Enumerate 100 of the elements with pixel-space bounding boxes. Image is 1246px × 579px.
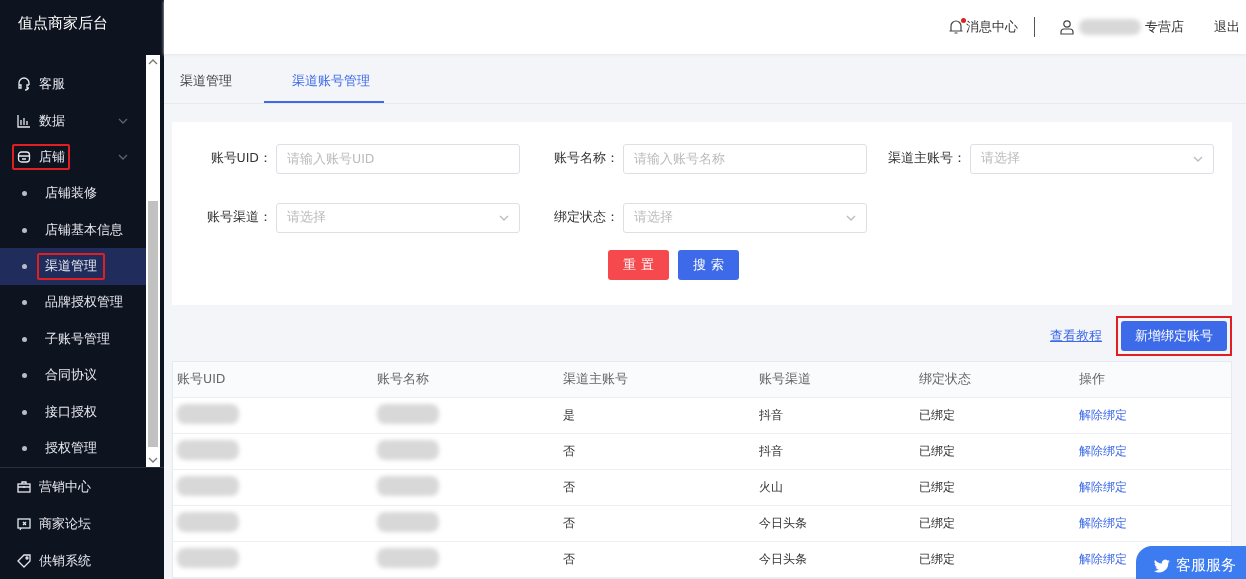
- user-icon: [1059, 19, 1075, 36]
- tab[interactable]: 渠道管理: [180, 60, 248, 103]
- menu-label: 数据: [39, 111, 65, 130]
- text-input[interactable]: 请输入账号名称: [623, 143, 867, 174]
- table-cell-text: 否: [562, 551, 576, 568]
- table-cell-text: 火山: [758, 479, 784, 496]
- bullet-icon: [22, 373, 27, 379]
- tag-icon: [17, 553, 31, 568]
- bullet-icon: [22, 300, 27, 306]
- submenu-item[interactable]: 品牌授权管理: [0, 284, 146, 322]
- submenu-item[interactable]: 渠道管理: [0, 248, 146, 285]
- table-cell-text: 否: [562, 479, 576, 496]
- tutorial-link[interactable]: 查看教程: [1050, 327, 1102, 345]
- bullet-icon: [22, 264, 27, 269]
- menu-label: 客服: [39, 75, 65, 94]
- bullet-icon: [22, 446, 27, 452]
- unbind-link[interactable]: 解除绑定: [1079, 516, 1127, 530]
- field-label: 绑定状态：: [553, 209, 619, 227]
- bullet-icon: [22, 191, 27, 197]
- table-cell-text: 否: [562, 443, 576, 460]
- app-title: 值点商家后台: [17, 13, 109, 34]
- column-header: 账号渠道: [755, 362, 915, 397]
- bird-icon: [1154, 558, 1170, 573]
- menu-label: 店铺基本信息: [44, 220, 124, 239]
- submenu-item[interactable]: 接口授权: [0, 394, 146, 431]
- search-button[interactable]: 搜 索: [678, 249, 739, 280]
- redacted-text: [377, 548, 439, 568]
- table-cell-text: 抖音: [758, 407, 784, 424]
- shop-name: 专营店: [1145, 18, 1184, 36]
- table-cell-text: 已绑定: [918, 443, 956, 460]
- logout-link[interactable]: 退出: [1214, 18, 1240, 36]
- field-label: 账号渠道：: [206, 209, 272, 227]
- column-header: 账号名称: [373, 362, 559, 397]
- sidebar-item[interactable]: 客服: [0, 66, 146, 103]
- support-button[interactable]: 客服服务: [1136, 546, 1246, 579]
- submenu-item[interactable]: 店铺基本信息: [0, 211, 146, 249]
- redacted-text: [377, 404, 439, 424]
- redacted-text: [177, 548, 239, 568]
- bell-icon: [948, 19, 964, 36]
- menu-label: 营销中心: [39, 477, 91, 496]
- sidebar-item[interactable]: 店铺: [0, 138, 146, 176]
- table-cell-text: 已绑定: [918, 551, 956, 568]
- reset-button[interactable]: 重 置: [608, 249, 669, 280]
- bullet-icon: [22, 336, 27, 342]
- table-cell-text: 今日头条: [758, 515, 808, 532]
- table-cell-text: 今日头条: [758, 551, 808, 568]
- redacted-text: [177, 476, 239, 496]
- menu-label: 授权管理: [44, 439, 98, 458]
- sidebar-item[interactable]: 商家论坛: [0, 505, 164, 542]
- unbind-link[interactable]: 解除绑定: [1079, 444, 1127, 458]
- redacted-text: [377, 440, 439, 460]
- table-cell-text: 已绑定: [918, 479, 956, 496]
- redacted-text: [377, 512, 439, 532]
- unbind-link[interactable]: 解除绑定: [1079, 480, 1127, 494]
- chat-window-icon: [17, 516, 31, 531]
- caret-icon: [499, 214, 509, 221]
- submenu-item[interactable]: 子账号管理: [0, 321, 146, 358]
- bullet-icon: [22, 409, 27, 415]
- menu-label: 品牌授权管理: [44, 293, 124, 312]
- notifications-link[interactable]: 消息中心: [966, 18, 1018, 36]
- text-input[interactable]: 请输入账号UID: [276, 143, 520, 174]
- briefcase-icon: [17, 479, 31, 494]
- sidebar-item[interactable]: 供销系统: [0, 542, 164, 579]
- caret-icon: [846, 214, 856, 221]
- sidebar-item[interactable]: 数据: [0, 102, 146, 139]
- caret-icon: [148, 59, 158, 65]
- menu-label: 合同协议: [44, 366, 98, 385]
- column-header: 账号UID: [173, 362, 373, 397]
- bullet-icon: [22, 227, 27, 233]
- column-header: 绑定状态: [915, 362, 1075, 397]
- field-label: 账号UID：: [209, 150, 272, 168]
- bar-chart-icon: [17, 113, 31, 128]
- menu-label: 接口授权: [44, 402, 98, 421]
- tab[interactable]: 渠道账号管理: [264, 60, 384, 103]
- caret-icon: [148, 457, 158, 463]
- unbind-link[interactable]: 解除绑定: [1079, 408, 1127, 422]
- redacted-text: [177, 404, 239, 424]
- unbind-link[interactable]: 解除绑定: [1079, 552, 1127, 566]
- redacted-text: [177, 512, 239, 532]
- table-cell-text: 已绑定: [918, 515, 956, 532]
- submenu-item[interactable]: 授权管理: [0, 430, 146, 467]
- menu-label: 店铺装修: [44, 184, 98, 203]
- menu-label: 子账号管理: [44, 329, 111, 348]
- table-cell-text: 抖音: [758, 443, 784, 460]
- column-header: 操作: [1075, 362, 1231, 397]
- redacted-text: [177, 440, 239, 460]
- submenu-item[interactable]: 店铺装修: [0, 175, 146, 212]
- redacted-text: [1079, 19, 1141, 36]
- shop-icon: [17, 150, 31, 165]
- menu-label: 供销系统: [39, 551, 91, 570]
- sidebar-item[interactable]: 营销中心: [0, 468, 164, 505]
- submenu-item[interactable]: 合同协议: [0, 357, 146, 395]
- table-cell-text: 已绑定: [918, 407, 956, 424]
- field-label: 渠道主账号：: [887, 150, 966, 168]
- scrollbar[interactable]: [146, 55, 160, 467]
- column-header: 渠道主账号: [559, 362, 755, 397]
- table-cell-text: 否: [562, 515, 576, 532]
- caret-icon: [1193, 155, 1203, 162]
- field-label: 账号名称：: [553, 150, 619, 168]
- headset-icon: [17, 77, 31, 92]
